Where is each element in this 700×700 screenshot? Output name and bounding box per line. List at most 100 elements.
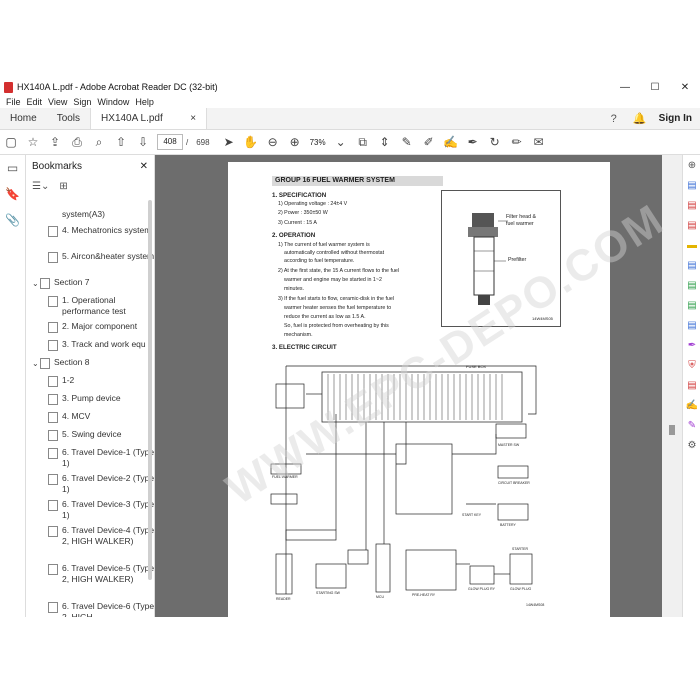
sign-in-button[interactable]: Sign In xyxy=(659,113,692,124)
doc-circuit-heading: 3. ELECTRIC CIRCUIT xyxy=(272,344,337,351)
zoom-in-icon[interactable]: ⊕ xyxy=(284,132,306,152)
doc-op-line: according to fuel temperature. xyxy=(284,258,355,264)
bookmark-icon xyxy=(48,526,58,537)
page-thumbnails-icon[interactable]: ▭ xyxy=(0,155,25,181)
circuit-label: PRE-HEAT RY xyxy=(412,593,436,597)
highlight-icon[interactable]: ✐ xyxy=(418,132,440,152)
bookmark-icon xyxy=(48,322,58,333)
fill-and-sign-icon[interactable]: ✒ xyxy=(683,335,700,355)
tab-home[interactable]: Home xyxy=(0,108,47,129)
options-menu-icon[interactable]: ☰⌄ xyxy=(32,181,49,192)
menu-window[interactable]: Window xyxy=(97,97,129,107)
tab-close-icon[interactable]: × xyxy=(190,108,196,129)
protect-icon[interactable]: ⛨ xyxy=(683,355,700,375)
figure-label-prefilter: Prefilter xyxy=(508,257,527,263)
comment-tool-icon[interactable]: ▬ xyxy=(683,235,700,255)
search-icon[interactable]: ⌕ xyxy=(88,132,110,152)
bookmarks-tools: ☰⌄ ⊞ xyxy=(26,177,154,195)
bookmark-icon xyxy=(48,474,58,485)
tab-document[interactable]: HX140A L.pdf × xyxy=(90,108,208,129)
menu-help[interactable]: Help xyxy=(135,97,154,107)
expand-chevron-icon[interactable]: ⌄ xyxy=(32,359,39,368)
bookmark-icon xyxy=(48,296,58,307)
edit-pdf-icon[interactable]: ✏ xyxy=(506,132,528,152)
menu-bar: File Edit View Sign Window Help xyxy=(0,95,700,108)
request-signature-icon[interactable]: ✍ xyxy=(683,395,700,415)
bookmark-star-icon[interactable]: ☆ xyxy=(22,132,44,152)
doc-spec-line: 3) Current : 15 A xyxy=(278,220,317,226)
circuit-label: BATTERY xyxy=(500,523,516,527)
doc-op-line: 2) At the first state, the 15 A current … xyxy=(278,268,400,274)
zoom-level-dropdown[interactable]: 73% xyxy=(310,138,326,147)
close-button[interactable]: ✕ xyxy=(670,82,700,93)
previous-page-icon[interactable]: ⇧ xyxy=(110,132,132,152)
bookmark-icon xyxy=(48,340,58,351)
help-icon[interactable]: ? xyxy=(607,112,621,126)
menu-file[interactable]: File xyxy=(6,97,21,107)
menu-edit[interactable]: Edit xyxy=(27,97,43,107)
doc-group-title: GROUP 16 FUEL WARMER SYSTEM xyxy=(272,176,443,186)
redact-icon[interactable]: ▤ xyxy=(683,375,700,395)
close-bookmarks-icon[interactable]: ✕ xyxy=(140,161,148,172)
bottom-blank-area xyxy=(0,617,700,700)
minimize-button[interactable]: — xyxy=(610,82,640,93)
fit-page-icon[interactable]: ⧉ xyxy=(352,132,374,152)
create-pdf-icon[interactable]: ▤ xyxy=(683,195,700,215)
doc-op-line: warmer and engine may be started in 1~2 xyxy=(284,277,382,283)
tab-document-label: HX140A L.pdf xyxy=(101,113,163,124)
edit-tool-icon[interactable]: ▤ xyxy=(683,275,700,295)
circuit-label: READER xyxy=(276,597,291,601)
window-title: HX140A L.pdf - Adobe Acrobat Reader DC (… xyxy=(17,82,218,92)
print-icon[interactable]: ⎙ xyxy=(66,132,88,152)
menu-view[interactable]: View xyxy=(48,97,67,107)
create-file-icon[interactable]: ▢ xyxy=(0,132,22,152)
doc-op-line: minutes. xyxy=(284,286,305,292)
bookmarks-panel-icon[interactable]: 🔖 xyxy=(0,181,25,207)
attachments-icon[interactable]: 📎 xyxy=(0,207,25,233)
comment-icon[interactable]: ✎ xyxy=(396,132,418,152)
maximize-button[interactable]: ☐ xyxy=(640,82,670,93)
upload-cloud-icon[interactable]: ⇪ xyxy=(44,132,66,152)
bookmark-icon xyxy=(48,226,58,237)
doc-spec-line: 1) Operating voltage : 24±4 V xyxy=(278,201,348,207)
doc-op-line: reduce the current as low as 1.5 A. xyxy=(284,314,366,320)
prepare-form-icon[interactable]: ✎ xyxy=(683,415,700,435)
combine-files-icon[interactable]: ▤ xyxy=(683,215,700,235)
page-number-input[interactable]: 408 xyxy=(157,134,183,150)
acrobat-icon xyxy=(4,81,13,93)
zoom-tool-icon[interactable]: ⊕ xyxy=(683,155,700,175)
bookmark-icon xyxy=(48,252,58,263)
add-bookmark-icon[interactable]: ⊞ xyxy=(59,181,67,192)
export-pdf-icon[interactable]: ▤ xyxy=(683,175,700,195)
scrollbar-thumb[interactable] xyxy=(669,425,675,435)
menu-sign[interactable]: Sign xyxy=(73,97,91,107)
notification-icon[interactable]: 🔔 xyxy=(633,112,647,126)
expand-chevron-icon[interactable]: ⌄ xyxy=(32,279,39,288)
circuit-code: 14W4MS08 xyxy=(526,603,544,607)
zoom-out-icon[interactable]: ⊖ xyxy=(262,132,284,152)
scan-ocr-icon[interactable]: ▤ xyxy=(683,315,700,335)
circuit-label: GLOW PLUG RY xyxy=(468,587,496,591)
bookmark-icon xyxy=(48,394,58,405)
bookmarks-header: Bookmarks ✕ xyxy=(26,155,154,177)
email-icon[interactable]: ✉ xyxy=(528,132,550,152)
next-page-icon[interactable]: ⇩ xyxy=(132,132,154,152)
share-link-icon[interactable]: ↻ xyxy=(484,132,506,152)
fill-sign-icon[interactable]: ✒ xyxy=(462,132,484,152)
tab-tools[interactable]: Tools xyxy=(47,108,90,129)
hand-tool-icon[interactable]: ✋ xyxy=(240,132,262,152)
more-tools-icon[interactable]: ⚙ xyxy=(683,435,700,455)
main-toolbar: ▢ ☆ ⇪ ⎙ ⌕ ⇧ ⇩ 408 / 698 ➤ ✋ ⊖ ⊕ 73% ⌄ ⧉ … xyxy=(0,130,700,155)
doc-spec-line: 2) Power : 350±50 W xyxy=(278,210,328,216)
bookmarks-scrollbar[interactable] xyxy=(148,200,152,580)
sign-pen-icon[interactable]: ✍ xyxy=(440,132,462,152)
compress-icon[interactable]: ▤ xyxy=(683,295,700,315)
select-cursor-icon[interactable]: ➤ xyxy=(218,132,240,152)
scroll-mode-icon[interactable]: ⇕ xyxy=(374,132,396,152)
tab-bar: Home Tools HX140A L.pdf × ? 🔔 Sign In xyxy=(0,108,700,130)
chevron-down-icon[interactable]: ⌄ xyxy=(330,132,352,152)
organize-pages-icon[interactable]: ▤ xyxy=(683,255,700,275)
circuit-label: STARTER xyxy=(512,547,528,551)
bookmark-icon xyxy=(48,602,58,613)
doc-op-line: automatically controlled without thermos… xyxy=(284,250,385,256)
